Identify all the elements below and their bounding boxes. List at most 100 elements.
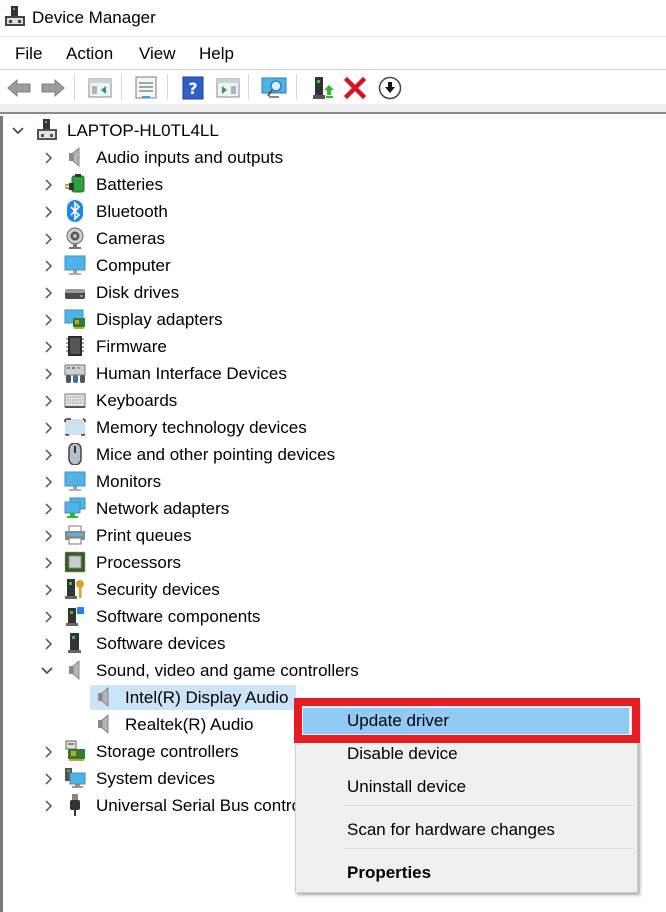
tree-category-row[interactable]: Mice and other pointing devices xyxy=(0,441,400,468)
context-menu-scan-hardware[interactable]: Scan for hardware changes xyxy=(296,816,637,844)
tree-category-row[interactable]: Batteries xyxy=(0,171,400,198)
update-driver-button[interactable] xyxy=(310,75,336,101)
tree-category-row[interactable]: Cameras xyxy=(0,225,400,252)
chevron-down-icon[interactable] xyxy=(41,665,53,677)
chevron-right-icon[interactable] xyxy=(43,341,55,353)
chevron-right-icon[interactable] xyxy=(43,422,55,434)
network-icon xyxy=(64,497,86,519)
monitor-icon xyxy=(64,470,86,492)
chevron-right-icon[interactable] xyxy=(43,287,55,299)
chevron-right-icon[interactable] xyxy=(43,557,55,569)
usb-icon xyxy=(64,794,86,816)
help-button[interactable]: ? xyxy=(180,75,206,101)
tree-category-row[interactable]: Display adapters xyxy=(0,306,400,333)
tree-category-label: Storage controllers xyxy=(96,742,239,761)
show-hide-console-tree-button[interactable] xyxy=(87,75,113,101)
chevron-right-icon[interactable] xyxy=(43,233,55,245)
tree-category-row[interactable]: Audio inputs and outputs xyxy=(0,144,400,171)
disable-button[interactable] xyxy=(377,75,403,101)
menu-item-label: Update driver xyxy=(347,711,450,730)
printer-icon xyxy=(64,524,86,546)
tree-category-row[interactable]: Keyboards xyxy=(0,387,400,414)
tree-category-row[interactable]: Print queues xyxy=(0,522,400,549)
menu-item-label: Scan for hardware changes xyxy=(347,820,555,839)
tree-category-row[interactable]: Software devices xyxy=(0,630,400,657)
title-bar: Device Manager xyxy=(0,0,666,36)
tree-category-row[interactable]: Monitors xyxy=(0,468,400,495)
chevron-right-icon[interactable] xyxy=(43,773,55,785)
scan-monitor-icon xyxy=(261,77,287,98)
tree-category-row[interactable]: Human Interface Devices xyxy=(0,360,400,387)
chevron-right-icon[interactable] xyxy=(43,746,55,758)
chevron-right-icon[interactable] xyxy=(43,530,55,542)
tree-device-label: Intel(R) Display Audio xyxy=(125,688,289,707)
chevron-down-icon[interactable] xyxy=(12,125,24,137)
properties-button[interactable] xyxy=(133,75,159,101)
back-button[interactable] xyxy=(6,75,32,101)
help-icon: ? xyxy=(182,76,204,100)
tree-category-label: Display adapters xyxy=(96,310,223,329)
chevron-right-icon[interactable] xyxy=(43,314,55,326)
chevron-right-icon[interactable] xyxy=(43,179,55,191)
tree-device-label: Realtek(R) Audio xyxy=(125,715,254,734)
chevron-right-icon[interactable] xyxy=(43,152,55,164)
tree-root-label: LAPTOP-HL0TL4LL xyxy=(67,121,219,140)
toolbar-separator xyxy=(121,74,122,100)
tree-root-node[interactable]: LAPTOP-HL0TL4LL xyxy=(0,117,400,144)
show-hide-action-pane-button[interactable] xyxy=(215,75,241,101)
speaker-icon xyxy=(64,659,86,681)
tree-category-label: Computer xyxy=(96,256,171,275)
tree-category-row[interactable]: Memory technology devices xyxy=(0,414,400,441)
hid-icon xyxy=(64,362,86,384)
menu-action[interactable]: Action xyxy=(66,44,113,64)
chevron-right-icon[interactable] xyxy=(43,476,55,488)
tree-category-row[interactable]: Firmware xyxy=(0,333,400,360)
tree-category-label: Security devices xyxy=(96,580,220,599)
context-menu-properties[interactable]: Properties xyxy=(296,859,637,887)
chevron-right-icon[interactable] xyxy=(43,368,55,380)
forward-button[interactable] xyxy=(40,75,66,101)
menu-view[interactable]: View xyxy=(139,44,176,64)
tree-category-row[interactable]: Sound, video and game controllers xyxy=(0,657,400,684)
tree-category-row[interactable]: Security devices xyxy=(0,576,400,603)
chevron-right-icon[interactable] xyxy=(43,611,55,623)
toolbar-separator xyxy=(296,74,297,100)
toolbar: ? xyxy=(0,69,666,104)
uninstall-button[interactable] xyxy=(342,75,368,101)
software-device-icon xyxy=(64,632,86,654)
chevron-right-icon[interactable] xyxy=(43,260,55,272)
tree-category-row[interactable]: Processors xyxy=(0,549,400,576)
menu-separator xyxy=(344,805,634,806)
context-menu-update-driver[interactable]: Update driver xyxy=(296,707,637,735)
menu-file[interactable]: File xyxy=(15,44,42,64)
context-menu-uninstall-device[interactable]: Uninstall device xyxy=(296,773,637,801)
tree-category-label: Monitors xyxy=(96,472,162,491)
console-tree-icon xyxy=(88,78,112,98)
tree-category-row[interactable]: Computer xyxy=(0,252,400,279)
tree-category-row[interactable]: Bluetooth xyxy=(0,198,400,225)
chevron-right-icon[interactable] xyxy=(43,800,55,812)
menu-help[interactable]: Help xyxy=(199,44,234,64)
down-arrow-circle-icon xyxy=(378,76,402,100)
menu-item-label: Disable device xyxy=(347,744,458,763)
mouse-icon xyxy=(64,442,86,466)
display-adapter-icon xyxy=(64,308,86,330)
chevron-right-icon[interactable] xyxy=(43,449,55,461)
scan-hardware-button[interactable] xyxy=(261,75,287,101)
chevron-right-icon[interactable] xyxy=(43,584,55,596)
toolbar-separator xyxy=(167,74,168,100)
context-menu-disable-device[interactable]: Disable device xyxy=(296,740,637,768)
tree-category-label: Audio inputs and outputs xyxy=(96,148,284,167)
chevron-right-icon[interactable] xyxy=(43,395,55,407)
device-manager-icon xyxy=(5,6,25,26)
tree-category-row[interactable]: Software components xyxy=(0,603,400,630)
chevron-right-icon[interactable] xyxy=(43,206,55,218)
menu-item-label: Properties xyxy=(347,863,432,882)
firmware-chip-icon xyxy=(64,335,86,357)
disk-drive-icon xyxy=(64,281,86,303)
tree-category-row[interactable]: Network adapters xyxy=(0,495,400,522)
chevron-right-icon[interactable] xyxy=(43,638,55,650)
tree-category-row[interactable]: Disk drives xyxy=(0,279,400,306)
chevron-right-icon[interactable] xyxy=(43,503,55,515)
menu-item-label: Uninstall device xyxy=(347,777,467,796)
